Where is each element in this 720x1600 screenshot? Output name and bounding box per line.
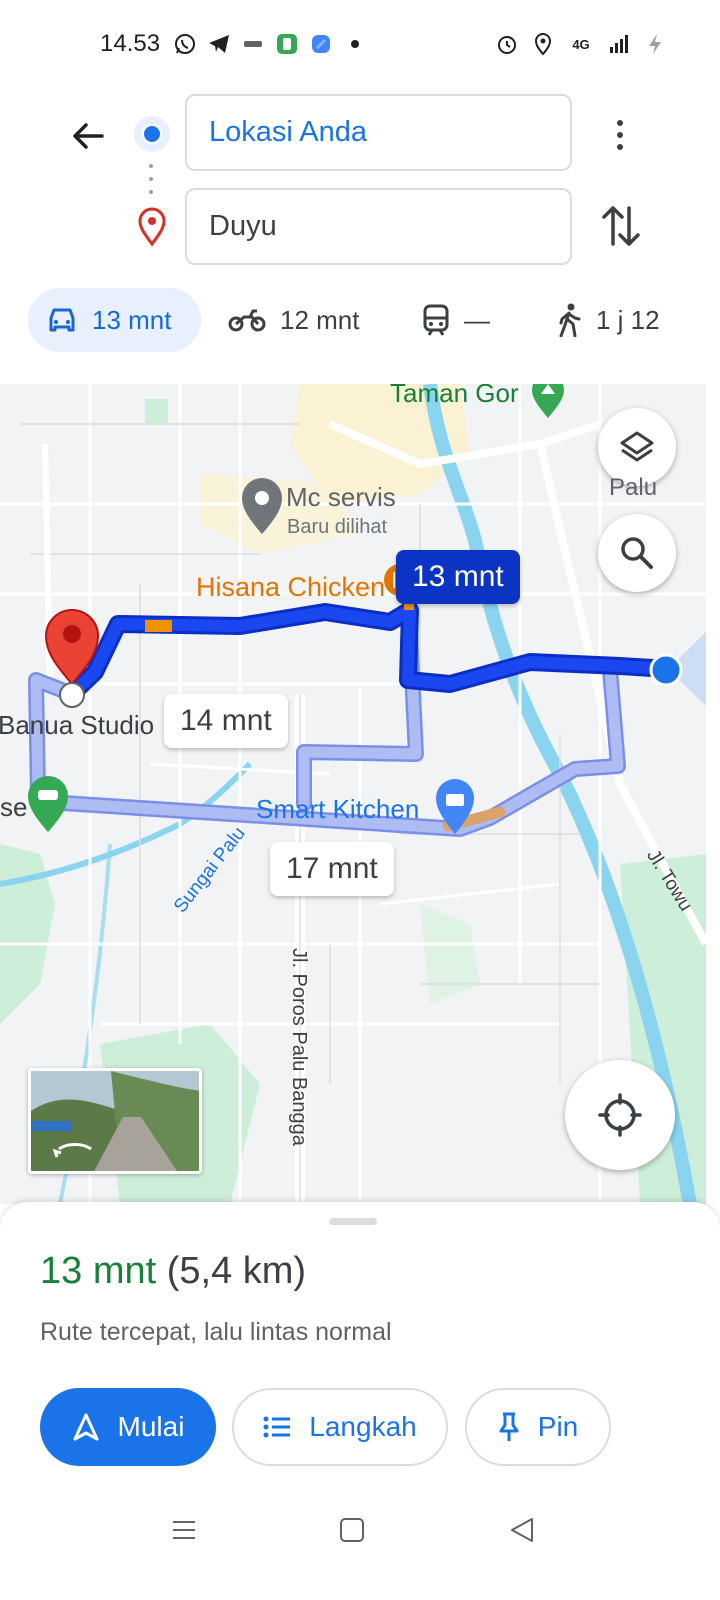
search-icon [621, 537, 653, 569]
route-distance: (5,4 km) [166, 1250, 307, 1292]
origin-field[interactable]: Lokasi Anda [185, 94, 572, 171]
tab-walk-label: 1 j 12 [596, 304, 660, 335]
green-place-pin-icon[interactable] [28, 776, 68, 832]
search-along-route-button[interactable] [598, 514, 676, 592]
alt-route-time-2[interactable]: 17 mnt [270, 842, 394, 896]
app-blue-icon [308, 31, 334, 57]
road-poros-label: Jl. Poros Palu Bangga [288, 948, 310, 1146]
start-button[interactable]: Mulai [40, 1388, 216, 1466]
travel-mode-tabs: 13 mnt 12 mnt — 1 j 12 [0, 288, 720, 354]
alarm-icon [494, 31, 520, 57]
route-description: Rute tercepat, lalu lintas normal [40, 1318, 392, 1346]
tab-motorcycle-label: 12 mnt [280, 304, 360, 335]
park-label: Taman Gor [390, 384, 519, 408]
map-view[interactable]: Taman Gor Mc servis Baru dilihat Hisana … [0, 384, 706, 1204]
home-square-icon [340, 1518, 364, 1542]
my-location-button[interactable] [565, 1060, 675, 1170]
status-time: 14.53 [100, 30, 161, 57]
start-button-label: Mulai [117, 1411, 185, 1442]
status-bar: 14.53 4G [0, 0, 720, 88]
navigation-arrow-icon [73, 1413, 99, 1441]
alt-route-time-1[interactable]: 14 mnt [164, 694, 288, 748]
tab-transit[interactable]: — [404, 288, 508, 352]
steps-button[interactable]: Langkah [232, 1388, 448, 1466]
left-edge-label: se [0, 792, 28, 822]
location-icon [530, 31, 556, 57]
list-icon [263, 1416, 291, 1438]
street-view-thumbnail[interactable] [28, 1068, 202, 1174]
more-options-button[interactable] [598, 110, 642, 160]
network-label: 4G [572, 36, 590, 52]
destination-field[interactable]: Duyu [185, 188, 572, 265]
arrow-back-icon [73, 123, 104, 149]
tab-car-label: 13 mnt [92, 304, 172, 335]
route-summary: 13 mnt (5,4 km) [40, 1250, 306, 1293]
tab-walk[interactable]: 1 j 12 [538, 288, 678, 352]
route-duration: 13 mnt [40, 1250, 157, 1292]
walk-icon [559, 303, 581, 337]
layers-label: Palu [609, 474, 658, 501]
battery-charging-icon [642, 31, 668, 57]
shop-label: Smart Kitchen [256, 794, 420, 824]
pin-button-label: Pin [537, 1411, 579, 1442]
back-nav-button[interactable] [502, 1510, 542, 1550]
menu-nav-button[interactable] [164, 1510, 204, 1550]
app-icon [240, 31, 266, 57]
drag-handle[interactable] [329, 1218, 377, 1225]
restaurant-label: Hisana Chicken [196, 572, 386, 602]
back-button[interactable] [62, 110, 114, 162]
swap-icon[interactable] [596, 200, 646, 252]
my-location-icon [598, 1093, 642, 1137]
studio-label: Banua Studio [0, 710, 155, 740]
recent-place-sublabel: Baru dilihat [287, 516, 388, 538]
back-triangle-icon [511, 1518, 533, 1542]
notification-icons [172, 28, 368, 60]
network-4g-icon: 4G [566, 31, 596, 57]
menu-icon [173, 1521, 195, 1539]
system-nav-bar [0, 1488, 720, 1600]
origin-dot-icon [134, 116, 170, 152]
pin-button[interactable]: Pin [465, 1388, 611, 1466]
train-icon [423, 304, 449, 336]
home-nav-button[interactable] [332, 1510, 372, 1550]
whatsapp-icon [172, 31, 198, 57]
system-icons: 4G [494, 28, 668, 60]
telegram-icon [206, 31, 232, 57]
layers-icon [620, 431, 654, 462]
destination-pin-icon [138, 207, 166, 246]
tab-transit-label: — [464, 304, 490, 335]
motorcycle-icon [228, 309, 266, 332]
tab-car[interactable]: 13 mnt [28, 288, 201, 352]
tab-motorcycle[interactable]: 12 mnt [210, 288, 378, 352]
park-pin-icon[interactable] [532, 384, 564, 418]
selected-route-time[interactable]: 13 mnt [396, 550, 520, 604]
app-green-icon [274, 31, 300, 57]
recent-place-label: Mc servis [286, 482, 396, 512]
car-icon [49, 308, 75, 332]
pin-icon [499, 1412, 519, 1441]
dot-icon [342, 31, 368, 57]
directions-header: Lokasi Anda Duyu 13 mnt 12 mnt — 1 j 12 [0, 88, 720, 386]
route-connector [149, 164, 153, 194]
signal-icon [606, 31, 632, 57]
steps-button-label: Langkah [309, 1411, 417, 1442]
